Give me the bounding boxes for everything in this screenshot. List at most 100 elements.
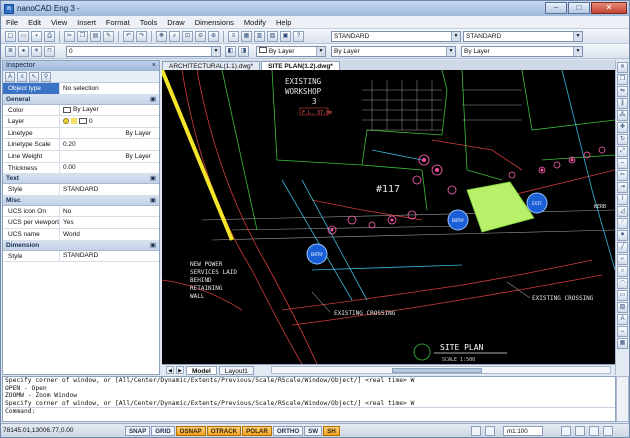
menu-help[interactable]: Help (271, 16, 296, 29)
line-icon[interactable]: ╱ (617, 242, 628, 253)
property-row-ucs-per-viewport[interactable]: UCS per viewport Yes (3, 217, 159, 229)
workspace-icon[interactable] (561, 426, 571, 436)
snap-toggle[interactable]: SNAP (125, 425, 151, 436)
sh-toggle[interactable]: SH (323, 425, 340, 436)
property-row-text-style[interactable]: Style STANDARD (3, 184, 159, 196)
property-value[interactable]: Yes (60, 217, 159, 228)
property-row-dimension-style[interactable]: Style STANDARD (3, 250, 159, 263)
layer-on-icon[interactable]: ● (18, 45, 29, 57)
property-row-ucs-name[interactable]: UCS name World (3, 228, 159, 241)
property-row-line-weight[interactable]: Line Weight By Layer (3, 150, 159, 163)
chevron-down-icon[interactable]: ▼ (573, 32, 582, 41)
annotation-icon[interactable] (485, 426, 495, 436)
menu-draw[interactable]: Draw (162, 16, 190, 29)
category-misc[interactable]: Misc ▣ (3, 195, 159, 206)
property-value[interactable]: No (60, 206, 159, 217)
object-type-value[interactable]: No selection (60, 83, 159, 94)
layer-select[interactable]: 0 ▼ (66, 46, 221, 57)
menu-format[interactable]: Format (101, 16, 135, 29)
command-scrollbar[interactable] (616, 376, 629, 422)
trim-icon[interactable]: ✂ (617, 170, 628, 181)
chamfer-icon[interactable]: ◿ (617, 206, 628, 217)
break-icon[interactable]: ⌇ (617, 194, 628, 205)
collapse-icon[interactable]: ▣ (150, 174, 156, 184)
ortho-toggle[interactable]: ORTHO (272, 425, 304, 436)
chevron-down-icon[interactable]: ▼ (316, 47, 325, 56)
linetype-select[interactable]: By Layer ▼ (331, 46, 456, 57)
calculator-icon[interactable]: ▣ (280, 30, 291, 42)
zoom-extents-icon[interactable]: ⊕ (208, 30, 219, 42)
open-folder-icon[interactable]: ▭ (18, 30, 29, 42)
chevron-down-icon[interactable]: ▼ (573, 47, 582, 56)
offset-icon[interactable]: ∥ (617, 98, 628, 109)
erase-icon[interactable]: ✕ (617, 62, 628, 73)
collapse-icon[interactable]: ▣ (150, 95, 156, 105)
menu-view[interactable]: View (46, 16, 72, 29)
property-value[interactable]: By Layer (60, 105, 159, 116)
scale-icon[interactable]: ⤢ (617, 146, 628, 157)
close-button[interactable]: ✕ (591, 2, 627, 14)
dimension-icon[interactable]: ↔ (617, 326, 628, 337)
close-icon[interactable]: × (152, 61, 156, 71)
dim-style-select[interactable]: STANDARD ▼ (463, 31, 583, 42)
tab-architectural[interactable]: ARCHITECTURAL(1.1).dwg* (162, 61, 261, 70)
last-tab-icon[interactable]: ▶ (176, 366, 184, 374)
rectangle-icon[interactable]: ▭ (617, 290, 628, 301)
grid-toggle[interactable]: GRID (151, 425, 175, 436)
category-text[interactable]: Text ▣ (3, 174, 159, 185)
property-row-ucs-icon-on[interactable]: UCS icon On No (3, 205, 159, 218)
circle-icon[interactable]: ○ (617, 266, 628, 277)
pan-icon[interactable]: ✥ (156, 30, 167, 42)
property-value[interactable]: 0.00 (60, 163, 159, 174)
sort-alphabetic-icon[interactable]: A (5, 71, 15, 82)
property-value[interactable]: World (60, 229, 159, 240)
sort-category-icon[interactable]: ≡ (17, 71, 27, 82)
copy-icon[interactable]: ❐ (77, 30, 88, 42)
insert-block-icon[interactable]: ▦ (617, 338, 628, 349)
tab-model[interactable]: Model (186, 365, 217, 375)
array-icon[interactable]: ⁂ (617, 110, 628, 121)
otrack-toggle[interactable]: OTRACK (206, 425, 242, 436)
inspector-title-bar[interactable]: Inspector × (3, 61, 159, 71)
zoom-realtime-icon[interactable]: ⌕ (169, 30, 180, 42)
save-icon[interactable]: ▪ (31, 30, 42, 42)
text-style-select[interactable]: STANDARD ▼ (331, 31, 461, 42)
previous-layer-icon[interactable]: ◨ (238, 46, 249, 57)
model-space-icon[interactable] (471, 426, 481, 436)
property-value[interactable]: 0 (60, 116, 159, 127)
property-value[interactable]: STANDARD (60, 184, 159, 195)
tab-site-plan[interactable]: SITE PLAN(1.2).dwg* (261, 61, 340, 70)
collapse-icon[interactable]: ▣ (150, 196, 156, 206)
polar-toggle[interactable]: POLAR (242, 425, 272, 436)
block-icon[interactable]: ▦ (241, 30, 252, 42)
fillet-icon[interactable]: ◜ (617, 218, 628, 229)
property-row-linetype[interactable]: Linetype By Layer (3, 127, 159, 140)
property-value[interactable]: STANDARD (60, 251, 159, 262)
move-icon[interactable]: ✥ (617, 122, 628, 133)
stretch-icon[interactable]: ⇔ (617, 158, 628, 169)
menu-dimensions[interactable]: Dimensions (190, 16, 239, 29)
first-tab-icon[interactable]: ◀ (166, 366, 174, 374)
sw-toggle[interactable]: SW (304, 425, 323, 436)
polyline-icon[interactable]: ⌐ (617, 254, 628, 265)
design-center-icon[interactable]: ▨ (267, 30, 278, 42)
property-value[interactable]: By Layer (60, 151, 159, 162)
property-row-thickness[interactable]: Thickness 0.00 (3, 162, 159, 175)
layer-freeze-icon[interactable]: ☀ (31, 45, 42, 57)
select-objects-icon[interactable]: ↖ (29, 71, 39, 82)
property-row-color[interactable]: Color By Layer (3, 104, 159, 117)
copy-object-icon[interactable]: ❐ (617, 74, 628, 85)
property-value[interactable]: By Layer (60, 128, 159, 139)
chevron-down-icon[interactable]: ▼ (446, 47, 455, 56)
chevron-down-icon[interactable]: ▼ (211, 47, 220, 56)
new-file-icon[interactable]: ▢ (5, 30, 16, 42)
scrollbar-thumb[interactable] (392, 368, 482, 373)
zoom-previous-icon[interactable]: ⊖ (195, 30, 206, 42)
command-input[interactable]: Command: (5, 407, 615, 416)
fullscreen-icon[interactable] (603, 426, 613, 436)
chevron-down-icon[interactable]: ▼ (451, 32, 460, 41)
category-general[interactable]: General ▣ (3, 94, 159, 105)
minimize-button[interactable]: – (545, 2, 567, 14)
explode-icon[interactable]: ✷ (617, 230, 628, 241)
quick-select-icon[interactable]: ⚲ (41, 71, 51, 82)
